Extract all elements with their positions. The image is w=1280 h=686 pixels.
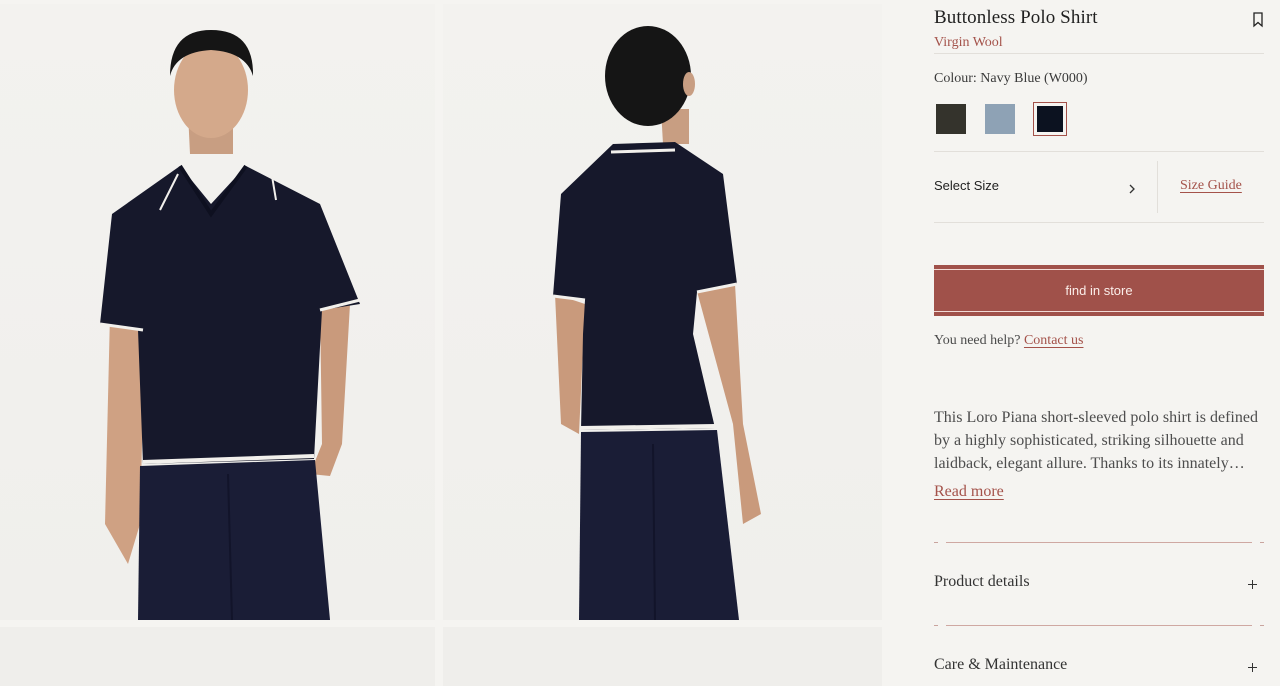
divider bbox=[934, 542, 1264, 543]
swatch-fill bbox=[1037, 106, 1063, 132]
divider-line bbox=[946, 625, 1252, 626]
accordion-label: Product details bbox=[934, 573, 1030, 590]
find-in-store-label: find in store bbox=[1065, 283, 1133, 298]
product-image-3[interactable] bbox=[0, 627, 435, 686]
product-page: Buttonless Polo Shirt Virgin Wool Colour… bbox=[0, 0, 1280, 686]
accordion-care-maintenance[interactable]: Care & Maintenance bbox=[934, 646, 1264, 686]
product-image-front[interactable] bbox=[0, 4, 435, 620]
plus-icon bbox=[1248, 663, 1258, 673]
divider-tick bbox=[1260, 542, 1264, 543]
product-title: Buttonless Polo Shirt bbox=[934, 7, 1098, 28]
accordion-label: Care & Maintenance bbox=[934, 656, 1068, 673]
divider-line bbox=[946, 542, 1252, 543]
divider-tick bbox=[934, 542, 938, 543]
select-size-label: Select Size bbox=[934, 178, 1000, 193]
product-description: This Loro Piana short-sleeved polo shirt… bbox=[934, 409, 1258, 472]
product-gallery bbox=[0, 0, 882, 686]
accordion-product-details[interactable]: Product details bbox=[934, 563, 1264, 603]
help-label: You need help? bbox=[934, 333, 1021, 348]
swatch-fill bbox=[936, 104, 966, 134]
divider bbox=[934, 625, 1264, 626]
divider-tick bbox=[934, 625, 938, 626]
product-material: Virgin Wool bbox=[934, 35, 1003, 50]
divider bbox=[934, 53, 1264, 54]
product-info-panel: Buttonless Polo Shirt Virgin Wool Colour… bbox=[934, 0, 1264, 686]
bookmark-icon[interactable] bbox=[1252, 12, 1264, 28]
help-text: You need help? Contact us bbox=[934, 333, 1083, 349]
divider bbox=[934, 222, 1264, 223]
divider-tick bbox=[1260, 625, 1264, 626]
product-image-back[interactable] bbox=[443, 4, 882, 620]
size-row: Select Size Size Guide bbox=[934, 161, 1264, 213]
swatch-dark-olive[interactable] bbox=[934, 102, 968, 136]
read-more-link[interactable]: Read more bbox=[934, 483, 1004, 501]
find-in-store-button[interactable]: find in store bbox=[934, 265, 1264, 316]
divider bbox=[934, 151, 1264, 152]
divider bbox=[1157, 161, 1158, 213]
swatch-navy-blue[interactable] bbox=[1033, 102, 1067, 136]
size-guide-link[interactable]: Size Guide bbox=[1180, 178, 1242, 194]
colour-label: Colour: Navy Blue (W000) bbox=[934, 71, 1088, 86]
swatch-fill bbox=[985, 104, 1015, 134]
product-image-4[interactable] bbox=[443, 627, 882, 686]
swatch-light-blue[interactable] bbox=[983, 102, 1017, 136]
plus-icon bbox=[1248, 580, 1258, 590]
chevron-right-icon bbox=[1129, 184, 1135, 194]
contact-us-link[interactable]: Contact us bbox=[1024, 333, 1084, 348]
select-size-button[interactable]: Select Size bbox=[934, 165, 1144, 209]
